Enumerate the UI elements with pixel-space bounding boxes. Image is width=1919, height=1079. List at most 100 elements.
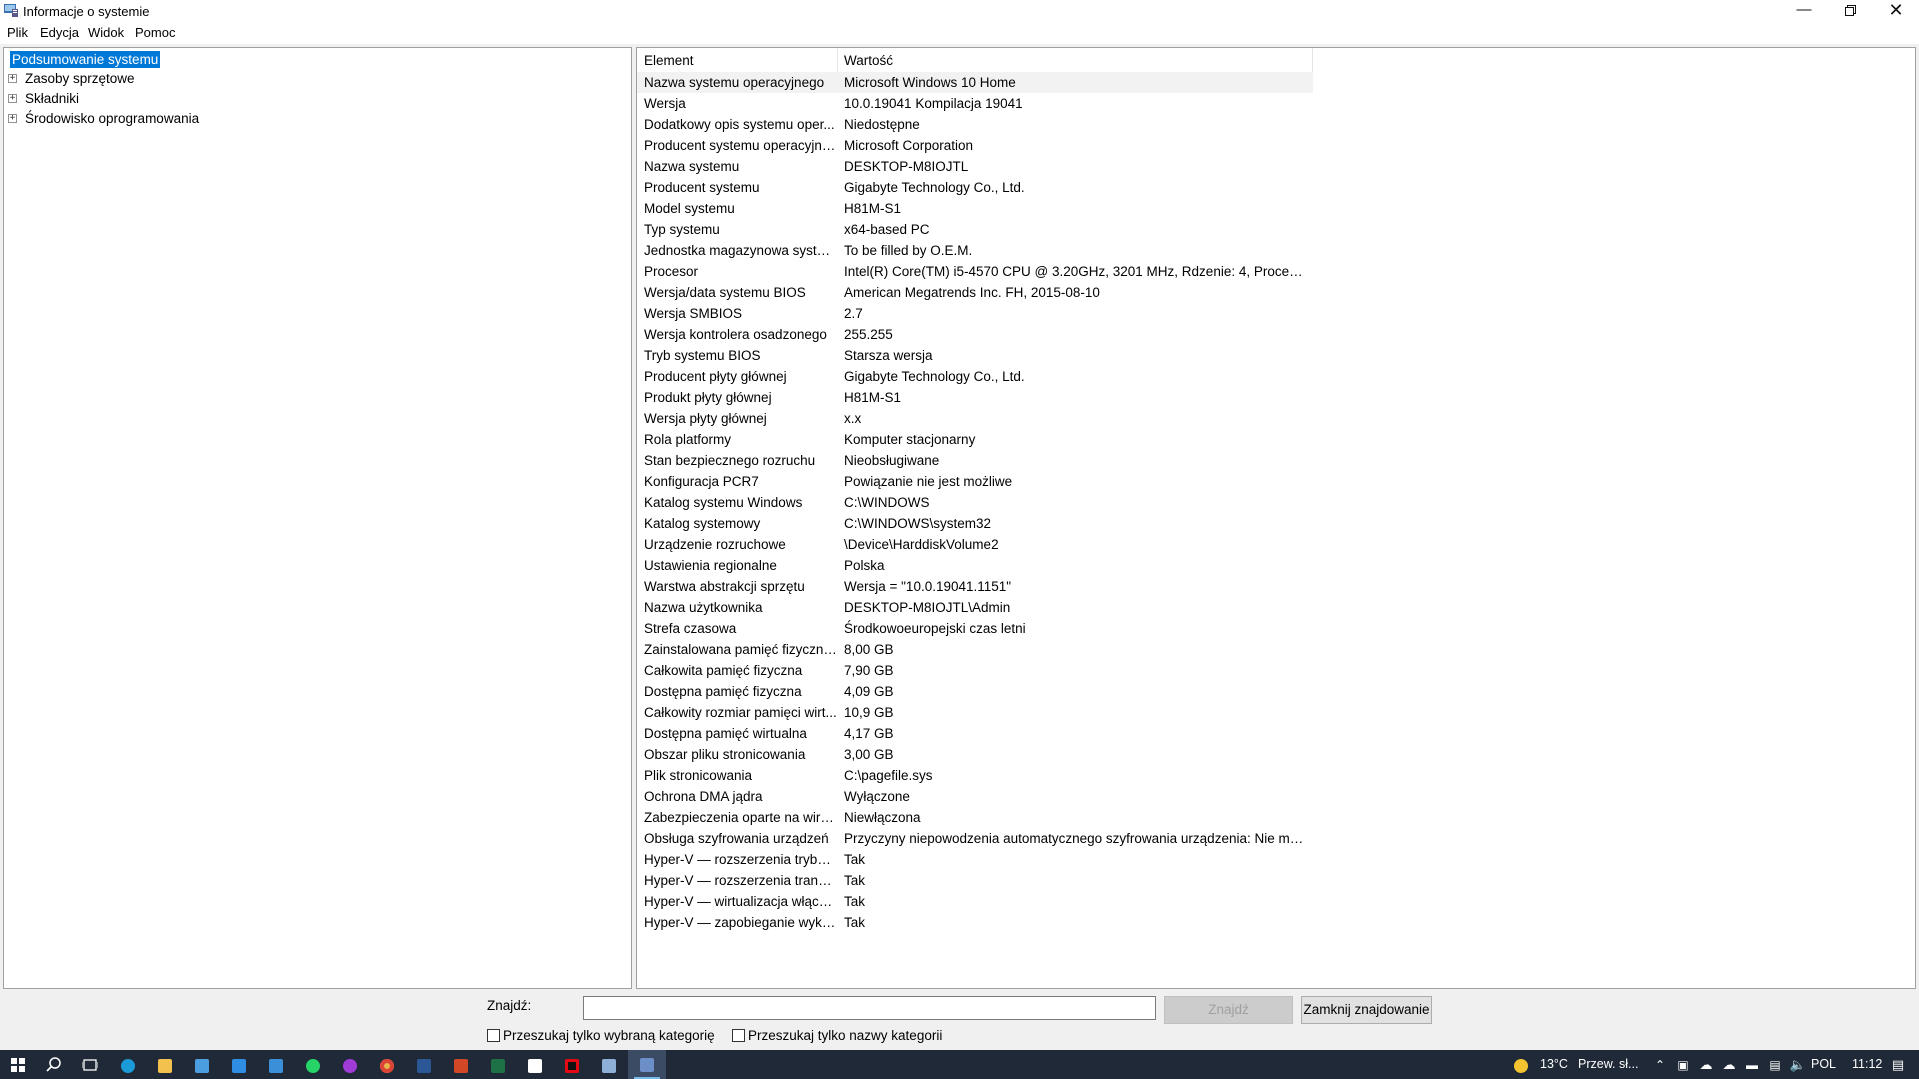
checkbox-unchecked[interactable] — [732, 1028, 745, 1042]
table-row[interactable]: Typ systemu x64-based PC — [637, 219, 1313, 240]
table-row[interactable]: Tryb systemu BIOS Starsza wersja — [637, 345, 1313, 366]
table-row[interactable]: Nazwa systemu operacyjnego Microsoft Wind… — [637, 72, 1313, 93]
table-row[interactable]: Model systemu H81M-S1 — [637, 198, 1313, 219]
table-row[interactable]: Ochrona DMA jądra Wyłączone — [637, 786, 1313, 807]
table-row[interactable]: Obsługa szyfrowania urządzeń Przyczyny ni… — [637, 828, 1313, 849]
device-icon[interactable]: ▣ — [1672, 1054, 1694, 1076]
table-row[interactable]: Rola platformy Komputer stacjonarny — [637, 429, 1313, 450]
messenger-icon[interactable] — [339, 1054, 361, 1076]
find-button[interactable]: Znajdź — [1164, 996, 1293, 1024]
close-button[interactable]: ✕ — [1873, 0, 1919, 22]
netflix-icon[interactable] — [561, 1054, 583, 1076]
table-row[interactable]: Wersja 10.0.19041 Kompilacja 19041 — [637, 93, 1313, 114]
expand-plus-icon[interactable]: + — [8, 93, 17, 103]
table-row[interactable]: Hyper-V — zapobieganie wyko... Tak — [637, 912, 1313, 933]
speaker-icon[interactable]: 🔈 — [1787, 1054, 1809, 1076]
category-tree[interactable]: Podsumowanie systemu + Zasoby sprzętowe +… — [3, 47, 632, 989]
weather-temperature[interactable]: 13°C — [1540, 1057, 1568, 1071]
table-row[interactable]: Katalog systemu Windows C:\WINDOWS — [637, 492, 1313, 513]
file-explorer-icon[interactable] — [154, 1054, 176, 1076]
chrome-icon[interactable] — [376, 1054, 398, 1076]
start-windows-icon[interactable] — [7, 1054, 29, 1076]
table-row[interactable]: Ustawienia regionalne Polska — [637, 555, 1313, 576]
table-row[interactable]: Hyper-V — rozszerzenia transl... Tak — [637, 870, 1313, 891]
store-icon[interactable] — [191, 1054, 213, 1076]
chevron-up-icon[interactable]: ⌃ — [1649, 1054, 1671, 1076]
tree-item-system-summary[interactable]: Podsumowanie systemu — [10, 50, 161, 69]
find-input[interactable] — [583, 996, 1156, 1020]
table-row[interactable]: Jednostka magazynowa systemu To be filled… — [637, 240, 1313, 261]
weather-description[interactable]: Przew. sł... — [1578, 1057, 1638, 1071]
table-row[interactable]: Wersja płyty głównej x.x — [637, 408, 1313, 429]
table-row[interactable]: Producent systemu operacyjne... Microsoft… — [637, 135, 1313, 156]
column-header-value[interactable]: Wartość — [844, 48, 1304, 72]
onedrive-personal-cloud-icon[interactable]: ☁ — [1718, 1054, 1740, 1076]
column-divider[interactable] — [1312, 48, 1313, 72]
tree-item-components[interactable]: + Składniki — [8, 89, 81, 108]
calendar-icon[interactable] — [228, 1054, 250, 1076]
table-row[interactable]: Procesor Intel(R) Core(TM) i5-4570 CPU @ … — [637, 261, 1313, 282]
word-icon[interactable] — [413, 1054, 435, 1076]
usb-device-icon[interactable]: ▬ — [1741, 1054, 1763, 1076]
task-view-icon[interactable] — [79, 1054, 101, 1076]
checkbox-unchecked[interactable] — [487, 1028, 500, 1042]
language-indicator[interactable]: POL — [1811, 1057, 1836, 1071]
whatsapp-icon[interactable] — [302, 1054, 324, 1076]
table-row[interactable]: Całkowity rozmiar pamięci wirt... 10,9 GB — [637, 702, 1313, 723]
table-row[interactable]: Katalog systemowy C:\WINDOWS\system32 — [637, 513, 1313, 534]
table-row[interactable]: Urządzenie rozruchowe \Device\HarddiskVol… — [637, 534, 1313, 555]
minimize-button[interactable]: — — [1781, 0, 1827, 22]
excel-icon[interactable] — [487, 1054, 509, 1076]
powerpoint-icon[interactable] — [450, 1054, 472, 1076]
onedrive-cloud-icon[interactable]: ☁ — [1695, 1054, 1717, 1076]
table-row[interactable]: Całkowita pamięć fizyczna 7,90 GB — [637, 660, 1313, 681]
table-row[interactable]: Zabezpieczenia oparte na wirtu... Niewłąc… — [637, 807, 1313, 828]
clock-time[interactable]: 11:12 — [1852, 1057, 1882, 1071]
document-icon[interactable] — [524, 1054, 546, 1076]
table-row[interactable]: Wersja SMBIOS 2.7 — [637, 303, 1313, 324]
search-icon[interactable] — [43, 1054, 65, 1076]
tree-item-software-environment[interactable]: + Środowisko oprogramowania — [8, 109, 201, 128]
table-row[interactable]: Producent systemu Gigabyte Technology Co.… — [637, 177, 1313, 198]
table-row[interactable]: Stan bezpiecznego rozruchu Nieobsługiwane — [637, 450, 1313, 471]
mail-icon[interactable] — [265, 1054, 287, 1076]
table-row[interactable]: Produkt płyty głównej H81M-S1 — [637, 387, 1313, 408]
notifications-icon[interactable]: ▤ — [1887, 1054, 1909, 1076]
table-row[interactable]: Hyper-V — rozszerzenia trybu ... Tak — [637, 849, 1313, 870]
search-category-names-checkbox[interactable]: Przeszukaj tylko nazwy kategorii — [732, 1027, 942, 1045]
table-row[interactable]: Plik stronicowania C:\pagefile.sys — [637, 765, 1313, 786]
table-row[interactable]: Zainstalowana pamięć fizyczna ... 8,00 GB — [637, 639, 1313, 660]
table-row[interactable]: Warstwa abstrakcji sprzętu Wersja = "10.0… — [637, 576, 1313, 597]
snipping-tool-icon[interactable] — [598, 1054, 620, 1076]
table-row[interactable]: Producent płyty głównej Gigabyte Technolo… — [637, 366, 1313, 387]
column-divider[interactable] — [837, 48, 838, 72]
system-information-taskbar-icon[interactable] — [628, 1050, 666, 1079]
table-row[interactable]: Dostępna pamięć wirtualna 4,17 GB — [637, 723, 1313, 744]
close-find-button[interactable]: Zamknij znajdowanie — [1301, 996, 1432, 1024]
table-row[interactable]: Dostępna pamięć fizyczna 4,09 GB — [637, 681, 1313, 702]
table-row[interactable]: Strefa czasowa Środkowoeuropejski czas le… — [637, 618, 1313, 639]
tree-item-hardware-resources[interactable]: + Zasoby sprzętowe — [8, 69, 137, 88]
table-row[interactable]: Dodatkowy opis systemu oper... Niedostępn… — [637, 114, 1313, 135]
network-icon[interactable]: ▤ — [1764, 1054, 1786, 1076]
search-selected-category-checkbox[interactable]: Przeszukaj tylko wybraną kategorię — [487, 1027, 715, 1045]
table-row[interactable]: Nazwa systemu DESKTOP-M8IOJTL — [637, 156, 1313, 177]
expand-plus-icon[interactable]: + — [8, 73, 17, 83]
edge-browser-icon[interactable] — [117, 1054, 139, 1076]
table-row[interactable]: Wersja kontrolera osadzonego 255.255 — [637, 324, 1313, 345]
menu-edit[interactable]: Edycja — [40, 25, 79, 40]
table-row[interactable]: Nazwa użytkownika DESKTOP-M8IOJTL\Admin — [637, 597, 1313, 618]
expand-plus-icon[interactable]: + — [8, 113, 17, 123]
menu-help[interactable]: Pomoc — [135, 25, 175, 40]
restore-button[interactable] — [1827, 0, 1873, 22]
column-header-element[interactable]: Element — [644, 48, 834, 72]
table-row[interactable]: Wersja/data systemu BIOS American Megatre… — [637, 282, 1313, 303]
details-list[interactable]: Element Wartość Nazwa systemu operacyjne… — [636, 47, 1916, 989]
cell-value: DESKTOP-M8IOJTL\Admin — [844, 600, 1011, 615]
table-row[interactable]: Obszar pliku stronicowania 3,00 GB — [637, 744, 1313, 765]
table-row[interactable]: Konfiguracja PCR7 Powiązanie nie jest moż… — [637, 471, 1313, 492]
table-row[interactable]: Hyper-V — wirtualizacja włączo... Tak — [637, 891, 1313, 912]
menu-view[interactable]: Widok — [88, 25, 124, 40]
weather-sun-icon[interactable] — [1510, 1054, 1532, 1076]
menu-file[interactable]: Plik — [7, 25, 28, 40]
